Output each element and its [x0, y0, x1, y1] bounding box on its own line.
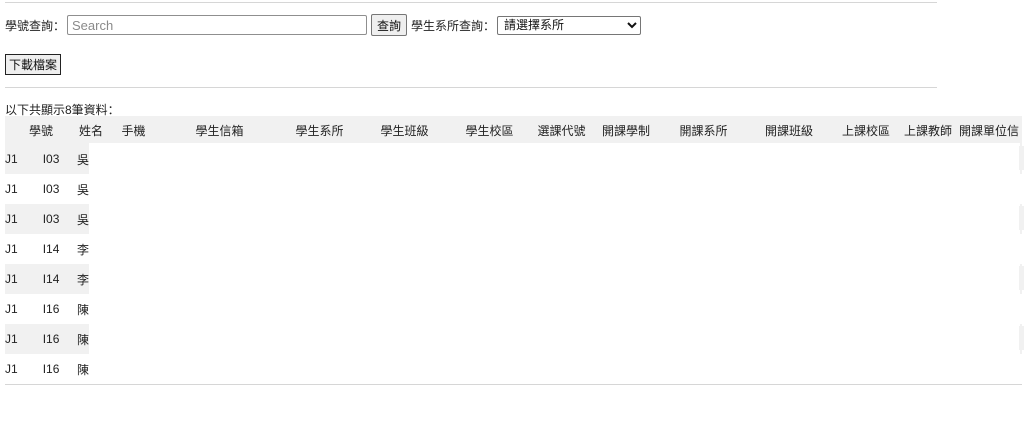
column-header: 學生班級	[362, 116, 447, 144]
student-id-search-input[interactable]	[67, 15, 368, 35]
department-search-label: 學生系所查詢：	[411, 18, 496, 33]
student-id-cell: J1 I14	[5, 234, 77, 264]
student-id-prefix: J1	[5, 152, 18, 166]
student-id-prefix: J1	[5, 242, 18, 256]
column-header: 上課校區	[832, 116, 900, 144]
student-id-suffix: I03	[42, 212, 60, 226]
row-edge	[1019, 326, 1024, 350]
column-header: 開課系所	[661, 116, 746, 144]
row-edge	[1019, 266, 1024, 290]
column-header: 開課班級	[746, 116, 832, 144]
download-file-button[interactable]: 下載檔案	[5, 54, 62, 75]
student-id-cell: J1 I16	[5, 324, 77, 354]
column-header: 學號	[5, 116, 77, 144]
student-id-suffix: I14	[42, 242, 60, 256]
column-header: 手機	[105, 116, 162, 144]
student-id-suffix: I03	[42, 182, 60, 196]
department-select[interactable]: 請選擇系所	[497, 15, 642, 35]
student-id-cell: J1 I03	[5, 174, 77, 204]
student-id-cell: J1 I03	[5, 144, 77, 174]
student-id-prefix: J1	[5, 332, 18, 346]
column-header: 上課教師	[900, 116, 956, 144]
student-id-suffix: I03	[42, 152, 60, 166]
column-header: 開課學制	[591, 116, 661, 144]
student-id-cell: J1 I03	[5, 204, 77, 234]
table-header-row: 學號 姓名 手機 學生信箱 學生系所 學生班級 學生校區 選課代號 開課學制 開…	[5, 116, 1022, 144]
student-id-suffix: I16	[42, 332, 60, 346]
student-id-cell: J1 I14	[5, 264, 77, 294]
student-id-prefix: J1	[5, 212, 18, 226]
student-id-cell: J1 I16	[5, 294, 77, 324]
student-id-prefix: J1	[5, 182, 18, 196]
student-id-prefix: J1	[5, 302, 18, 316]
redaction-overlay	[89, 143, 1020, 381]
student-id-prefix: J1	[5, 272, 18, 286]
student-id-cell: J1 I16	[5, 354, 77, 385]
student-id-prefix: J1	[5, 362, 18, 376]
search-bar: 學號查詢： 查詢 學生系所查詢： 請選擇系所	[5, 13, 642, 37]
student-id-search-label: 學號查詢：	[5, 18, 66, 33]
row-edge	[1019, 146, 1024, 170]
column-header: 選課代號	[532, 116, 591, 144]
section-divider	[5, 87, 937, 88]
column-header: 學生校區	[447, 116, 532, 144]
column-header: 學生信箱	[162, 116, 277, 144]
query-button[interactable]: 查詢	[371, 14, 408, 36]
column-header: 學生系所	[277, 116, 362, 144]
row-edge	[1019, 206, 1024, 230]
top-divider	[5, 2, 937, 3]
student-id-suffix: I16	[42, 302, 60, 316]
student-id-suffix: I16	[42, 362, 60, 376]
column-header: 開課單位信	[956, 116, 1022, 144]
column-header: 姓名	[77, 116, 105, 144]
student-id-suffix: I14	[42, 272, 60, 286]
